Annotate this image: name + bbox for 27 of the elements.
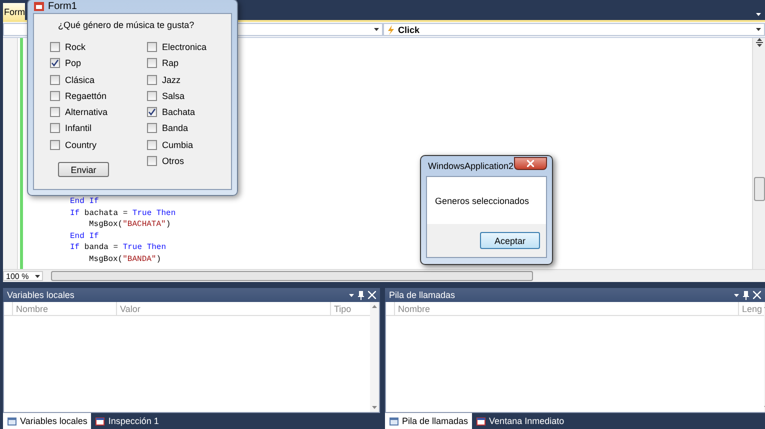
checkbox-label: Country <box>65 140 97 150</box>
checkbox-label: Bachata <box>162 107 196 118</box>
checkbox-label: Alternativa <box>65 107 108 118</box>
checkbox-label: Salsa <box>162 90 185 101</box>
code-line: End If <box>70 230 99 242</box>
panel-title: Variables locales <box>7 290 76 300</box>
code-line: MsgBox("BANDA") <box>89 254 162 265</box>
checkbox-label: Cumbia <box>162 140 194 150</box>
checkbox-label: Banda <box>162 123 188 134</box>
code-line: If banda = True Then <box>70 242 166 254</box>
window-title: Form1 <box>48 1 77 12</box>
code-line: MsgBox("BACHATA") <box>89 219 171 230</box>
checkbox-label: Pop <box>65 58 82 68</box>
checkbox-label: Electronica <box>162 42 207 52</box>
checkbox-label: Clásica <box>65 74 95 85</box>
checkbox-label: Rap <box>162 58 179 68</box>
message-text: Generos seleccionados <box>435 196 530 206</box>
code-line: If bachata = True Then <box>70 208 176 219</box>
panel-title: Pila de llamadas <box>389 290 456 300</box>
checkbox-label: Rock <box>65 42 86 52</box>
code-line: End If <box>70 196 99 208</box>
checkbox-label: Infantil <box>65 123 92 134</box>
checkbox-label: Jazz <box>162 74 181 85</box>
window-title: WindowsApplication2 <box>428 161 514 171</box>
checkbox-label: Regaettón <box>65 90 107 101</box>
question-label: ¿Qué género de música te gusta? <box>58 20 196 30</box>
checkbox-label: Otros <box>162 156 184 166</box>
